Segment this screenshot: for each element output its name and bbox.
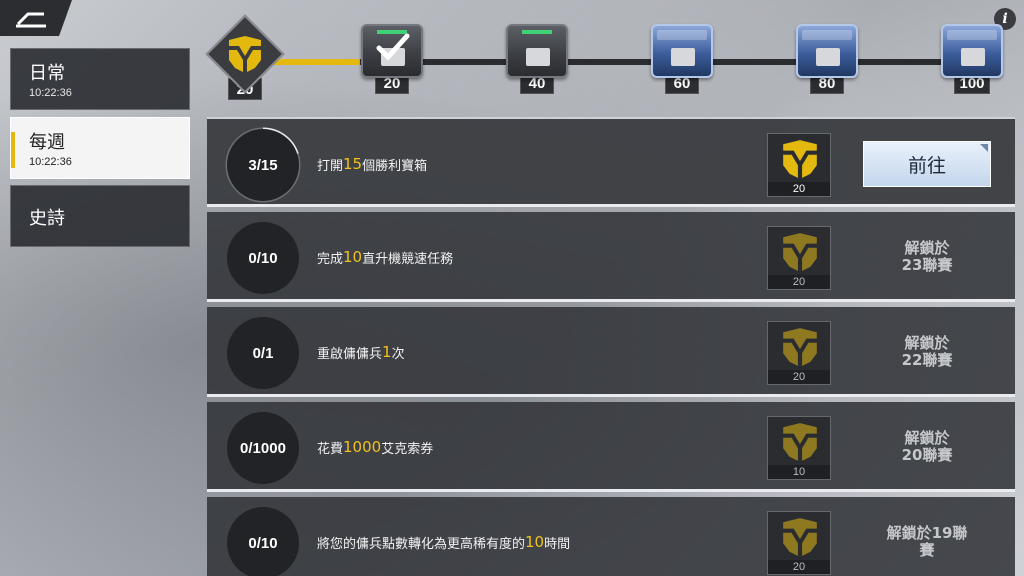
unlock-requirement: 解鎖於 23聯賽 <box>901 239 953 274</box>
tab-weekly[interactable]: 每週 10:22:36 <box>10 117 190 179</box>
progress-counter: 0/1 <box>227 317 299 389</box>
blue-crate-icon <box>941 24 1003 78</box>
tab-timer: 10:22:36 <box>29 156 72 168</box>
task-row: 0/1000 花費 1000 艾克索券 10 解鎖於 20聯賽 <box>207 402 1015 492</box>
milestone-20-crate[interactable]: 20 <box>357 24 427 104</box>
league-emblem-icon <box>783 233 817 271</box>
progress-counter: 0/10 <box>227 222 299 294</box>
unlock-requirement: 解鎖於 22聯賽 <box>901 334 953 369</box>
league-emblem-icon <box>783 518 817 556</box>
go-button[interactable]: 前往 <box>863 141 991 187</box>
milestone-20-emblem: 20 <box>205 14 285 104</box>
reward-value: 10 <box>768 465 830 479</box>
tab-daily[interactable]: 日常 10:22:36 <box>10 48 190 110</box>
task-description: 將您的傭兵點數轉化為更高稀有度的 10 時間 <box>317 533 571 552</box>
tab-epic[interactable]: 史詩 <box>10 185 190 247</box>
blue-crate-icon <box>796 24 858 78</box>
task-description: 打開 15 個勝利寶箱 <box>317 155 428 174</box>
back-arrow-icon <box>16 12 46 28</box>
task-row: 0/10 完成 10 直升機競速任務 20 解鎖於 23聯賽 <box>207 212 1015 302</box>
tab-timer: 10:22:36 <box>29 87 72 99</box>
task-description: 完成 10 直升機競速任務 <box>317 248 454 267</box>
check-icon <box>376 33 410 61</box>
reward-item: 20 <box>767 226 831 290</box>
unlock-requirement: 解鎖於19聯賽 <box>886 524 968 559</box>
reward-item: 10 <box>767 416 831 480</box>
progress-counter: 3/15 <box>227 129 299 201</box>
back-button[interactable] <box>0 0 72 36</box>
reward-item: 20 <box>767 321 831 385</box>
progress-counter: 0/1000 <box>227 412 299 484</box>
reward-item: 20 <box>767 133 831 197</box>
task-row: 0/1 重啟傭傭兵 1 次 20 解鎖於 22聯賽 <box>207 307 1015 397</box>
task-description: 重啟傭傭兵 1 次 <box>317 343 405 362</box>
league-emblem-icon <box>783 140 817 178</box>
reward-value: 20 <box>768 370 830 384</box>
tab-label: 史詩 <box>29 208 65 229</box>
blue-crate-icon <box>651 24 713 78</box>
milestone-80-crate[interactable]: 80 <box>792 24 862 104</box>
task-row: 0/10 將您的傭兵點數轉化為更高稀有度的 10 時間 20 解鎖於19聯賽 <box>207 497 1015 576</box>
reward-value: 20 <box>768 182 830 196</box>
league-emblem-icon <box>783 423 817 461</box>
grey-crate-icon <box>361 24 423 78</box>
grey-crate-icon <box>506 24 568 78</box>
progress-counter: 0/10 <box>227 507 299 576</box>
task-description: 花費 1000 艾克索券 <box>317 438 434 457</box>
task-row: 3/15 打開 15 個勝利寶箱 20 前往 <box>207 117 1015 207</box>
reward-item: 20 <box>767 511 831 575</box>
league-emblem-icon <box>229 36 261 72</box>
tab-label: 日常 <box>29 63 65 84</box>
unlock-requirement: 解鎖於 20聯賽 <box>901 429 953 464</box>
tab-label: 每週 <box>29 132 65 153</box>
milestone-100-crate[interactable]: 100 <box>937 24 1007 104</box>
reward-value: 20 <box>768 275 830 289</box>
league-emblem-icon <box>783 328 817 366</box>
milestone-40-crate[interactable]: 40 <box>502 24 572 104</box>
milestone-60-crate[interactable]: 60 <box>647 24 717 104</box>
reward-value: 20 <box>768 560 830 574</box>
